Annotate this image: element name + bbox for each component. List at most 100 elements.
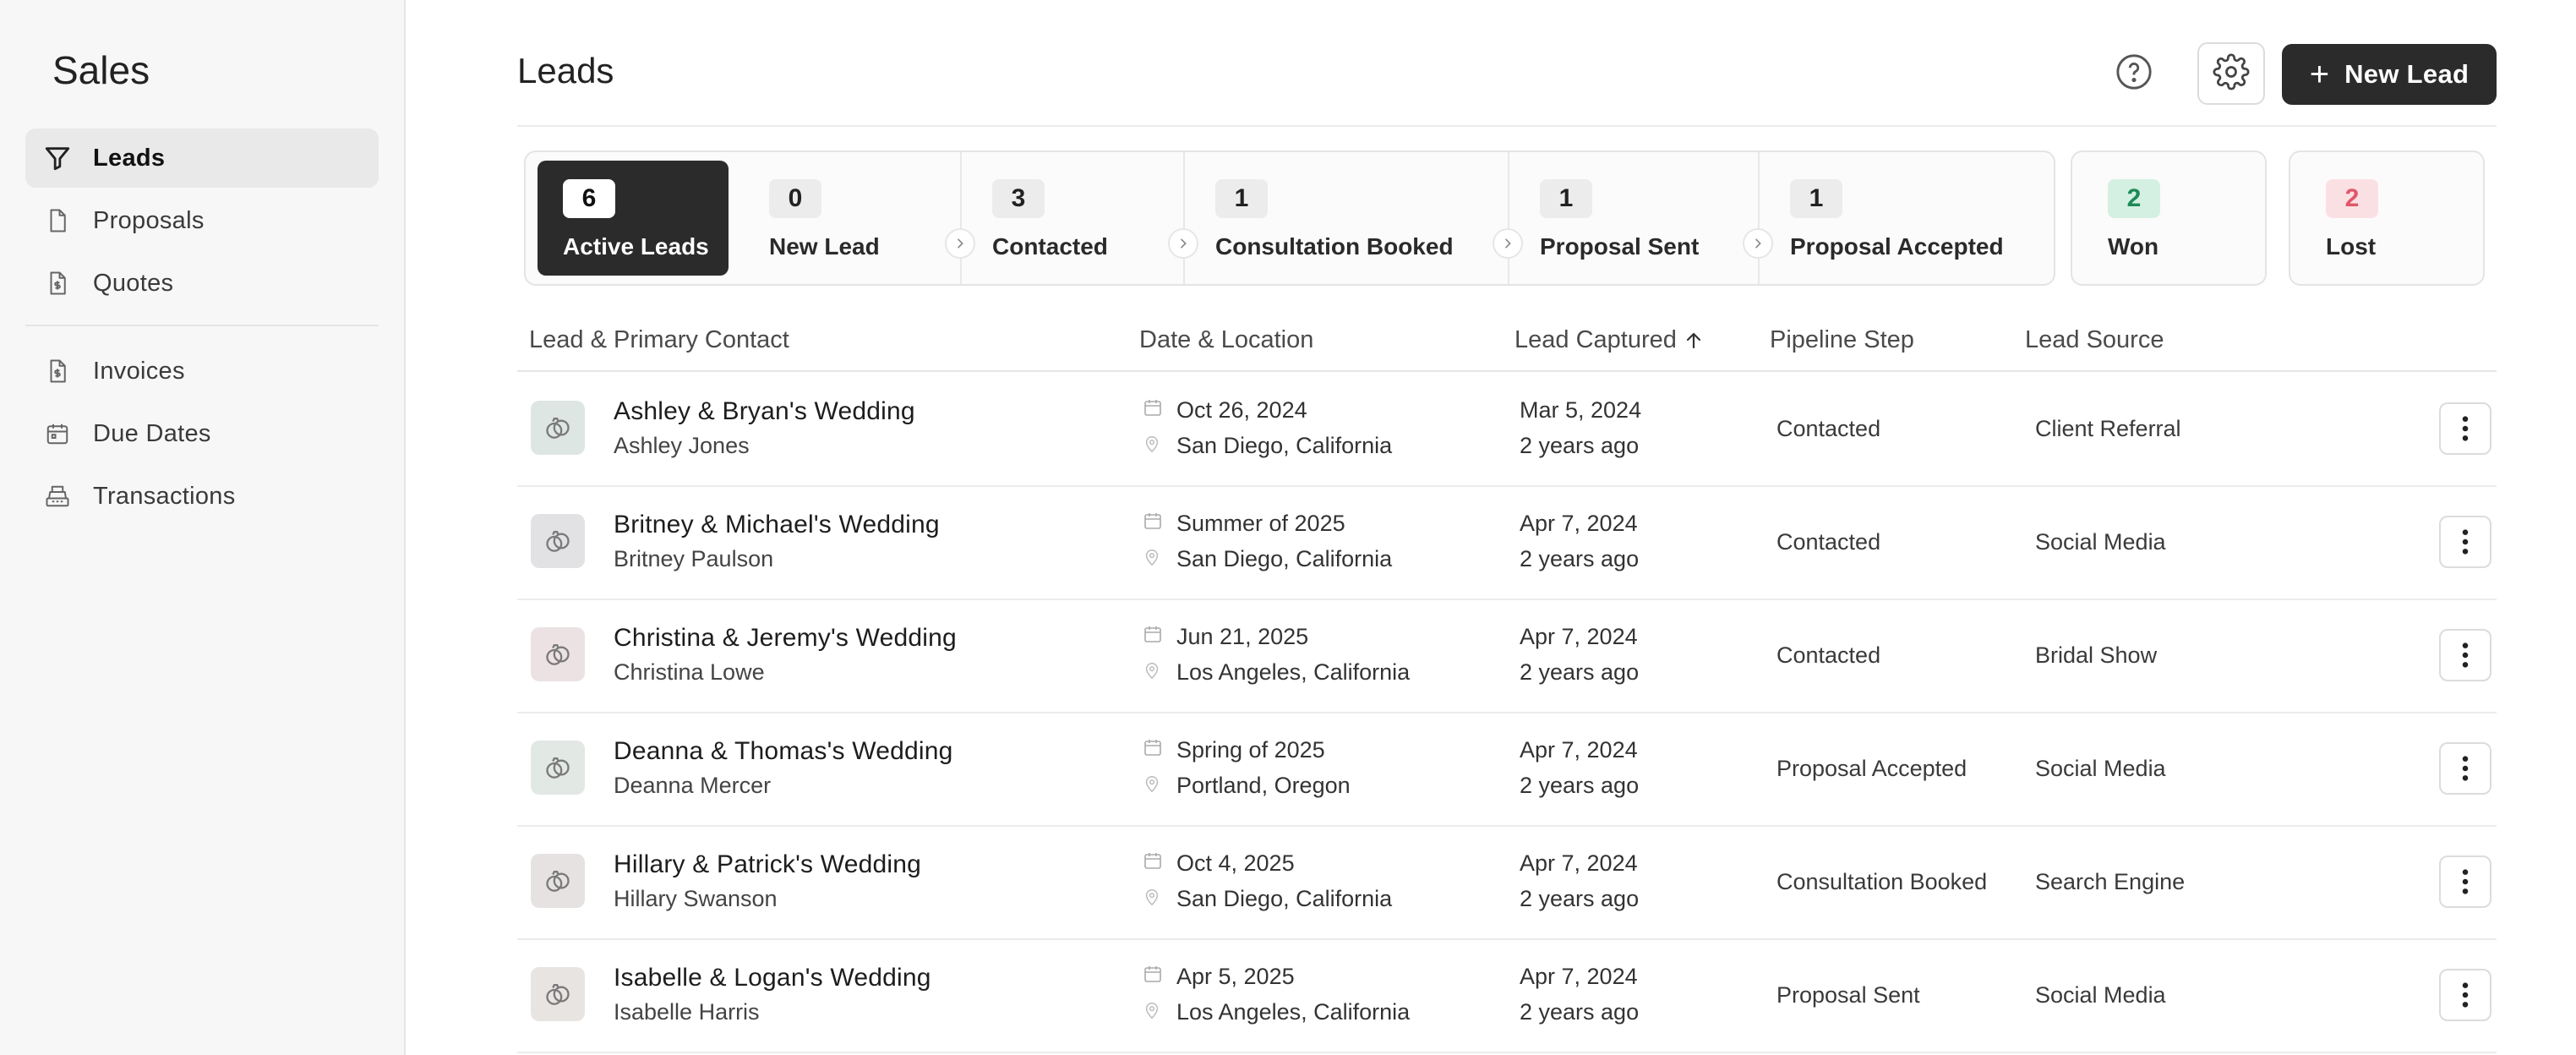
chevron-right-icon xyxy=(1743,228,1773,259)
column-header-captured[interactable]: Lead Captured xyxy=(1514,326,1704,354)
calendar-icon xyxy=(42,418,73,449)
column-header-lead[interactable]: Lead & Primary Contact xyxy=(529,326,789,354)
sidebar: Sales Leads Proposals Quotes Invoices Du… xyxy=(0,0,406,1055)
captured-relative: 2 years ago xyxy=(1520,999,1640,1025)
tab-proposal-accepted[interactable]: 1 Proposal Accepted xyxy=(1765,161,2044,276)
pipeline-step: Contacted xyxy=(1776,642,1881,668)
sidebar-item-proposals[interactable]: Proposals xyxy=(25,191,379,250)
gear-icon xyxy=(2213,52,2250,95)
wedding-rings-icon xyxy=(531,401,585,455)
table-row[interactable]: Isabelle & Logan's Wedding Isabelle Harri… xyxy=(517,938,2497,1053)
lead-name[interactable]: Britney & Michael's Wedding xyxy=(614,511,940,539)
stage-count: 0 xyxy=(769,179,821,218)
captured-relative: 2 years ago xyxy=(1520,886,1640,911)
lead-name[interactable]: Deanna & Thomas's Wedding xyxy=(614,737,953,766)
tab-proposal-sent[interactable]: 1 Proposal Sent xyxy=(1514,161,1743,276)
row-more-button[interactable] xyxy=(2439,629,2491,681)
wedding-rings-icon xyxy=(531,967,585,1021)
header-divider xyxy=(517,125,2497,127)
event-location: Los Angeles, California xyxy=(1176,659,1411,685)
event-location: Los Angeles, California xyxy=(1176,999,1411,1025)
help-button[interactable] xyxy=(2111,51,2157,96)
tab-new-lead[interactable]: 0 New Lead xyxy=(744,161,947,276)
sidebar-item-transactions[interactable]: Transactions xyxy=(25,467,379,526)
quote-doc-icon xyxy=(42,268,73,298)
sidebar-item-leads[interactable]: Leads xyxy=(25,128,379,188)
location-pin-icon xyxy=(1143,886,1165,910)
row-more-button[interactable] xyxy=(2439,855,2491,908)
invoice-icon xyxy=(42,356,73,386)
lead-source: Social Media xyxy=(2035,756,2166,781)
table-row[interactable]: Ashley & Bryan's Wedding Ashley Jones Oct … xyxy=(517,372,2497,487)
captured-date: Mar 5, 2024 xyxy=(1520,397,1642,423)
location-pin-icon xyxy=(1143,999,1165,1023)
location-pin-icon xyxy=(1143,546,1165,570)
table-row[interactable]: Britney & Michael's Wedding Britney Pauls… xyxy=(517,485,2497,600)
sidebar-item-due-dates[interactable]: Due Dates xyxy=(25,404,379,463)
page-title: Leads xyxy=(517,51,614,90)
lead-contact: Hillary Swanson xyxy=(614,886,778,911)
lead-name[interactable]: Ashley & Bryan's Wedding xyxy=(614,397,915,426)
new-lead-button[interactable]: + New Lead xyxy=(2282,44,2497,105)
row-more-button[interactable] xyxy=(2439,402,2491,455)
lead-contact: Isabelle Harris xyxy=(614,999,760,1025)
sidebar-item-label: Transactions xyxy=(93,482,236,510)
won-label: Won xyxy=(2108,233,2159,260)
stage-label: Consultation Booked xyxy=(1215,233,1454,260)
event-date: Summer of 2025 xyxy=(1176,511,1345,536)
sidebar-item-label: Proposals xyxy=(93,206,205,234)
row-more-button[interactable] xyxy=(2439,969,2491,1021)
column-header-step[interactable]: Pipeline Step xyxy=(1770,326,1914,354)
column-header-source[interactable]: Lead Source xyxy=(2025,326,2164,354)
stage-label: Proposal Sent xyxy=(1540,233,1700,260)
location-pin-icon xyxy=(1143,659,1165,683)
pipeline-step: Contacted xyxy=(1776,529,1881,555)
stage-divider xyxy=(960,152,962,284)
column-header-captured-label: Lead Captured xyxy=(1514,326,1677,353)
table-row[interactable]: Christina & Jeremy's Wedding Christina Lo… xyxy=(517,599,2497,713)
lead-source: Bridal Show xyxy=(2035,642,2158,668)
filter-icon xyxy=(42,143,73,173)
captured-relative: 2 years ago xyxy=(1520,546,1640,571)
chevron-right-icon xyxy=(1493,228,1523,259)
event-location: San Diego, California xyxy=(1176,886,1393,911)
chevron-right-icon xyxy=(1168,228,1198,259)
row-more-button[interactable] xyxy=(2439,742,2491,795)
captured-date: Apr 7, 2024 xyxy=(1520,737,1638,763)
calendar-icon xyxy=(1143,624,1165,646)
settings-button[interactable] xyxy=(2197,42,2265,105)
pipeline-step: Proposal Sent xyxy=(1776,982,1920,1008)
table-row[interactable]: Hillary & Patrick's Wedding Hillary Swans… xyxy=(517,825,2497,940)
lead-name[interactable]: Isabelle & Logan's Wedding xyxy=(614,964,931,992)
stage-divider xyxy=(1508,152,1509,284)
calendar-icon xyxy=(1143,850,1165,872)
column-header-date-location[interactable]: Date & Location xyxy=(1139,326,1313,354)
stage-label: Contacted xyxy=(992,233,1108,260)
more-vertical-icon xyxy=(2461,414,2470,443)
stage-label: Active Leads xyxy=(563,233,709,260)
tab-won[interactable]: 2 Won xyxy=(2071,150,2267,286)
captured-relative: 2 years ago xyxy=(1520,433,1640,458)
more-vertical-icon xyxy=(2461,754,2470,783)
lead-contact: Britney Paulson xyxy=(614,546,774,571)
lead-name[interactable]: Christina & Jeremy's Wedding xyxy=(614,624,957,653)
event-date: Spring of 2025 xyxy=(1176,737,1325,763)
lost-count: 2 xyxy=(2326,179,2378,218)
event-date: Oct 4, 2025 xyxy=(1176,850,1295,876)
calendar-icon xyxy=(1143,737,1165,759)
tab-consultation-booked[interactable]: 1 Consultation Booked xyxy=(1190,161,1494,276)
sidebar-item-label: Due Dates xyxy=(93,419,211,447)
document-icon xyxy=(42,205,73,236)
captured-date: Apr 7, 2024 xyxy=(1520,511,1638,536)
sidebar-title: Sales xyxy=(52,48,150,92)
sidebar-item-invoices[interactable]: Invoices xyxy=(25,342,379,401)
sidebar-item-quotes[interactable]: Quotes xyxy=(25,254,379,313)
lead-source: Search Engine xyxy=(2035,869,2186,894)
table-row[interactable]: Deanna & Thomas's Wedding Deanna Mercer Sp… xyxy=(517,712,2497,827)
location-pin-icon xyxy=(1143,433,1165,456)
row-more-button[interactable] xyxy=(2439,516,2491,568)
tab-contacted[interactable]: 3 Contacted xyxy=(967,161,1170,276)
lead-name[interactable]: Hillary & Patrick's Wedding xyxy=(614,850,921,879)
tab-active-leads[interactable]: 6 Active Leads xyxy=(538,161,729,276)
tab-lost[interactable]: 2 Lost xyxy=(2289,150,2485,286)
